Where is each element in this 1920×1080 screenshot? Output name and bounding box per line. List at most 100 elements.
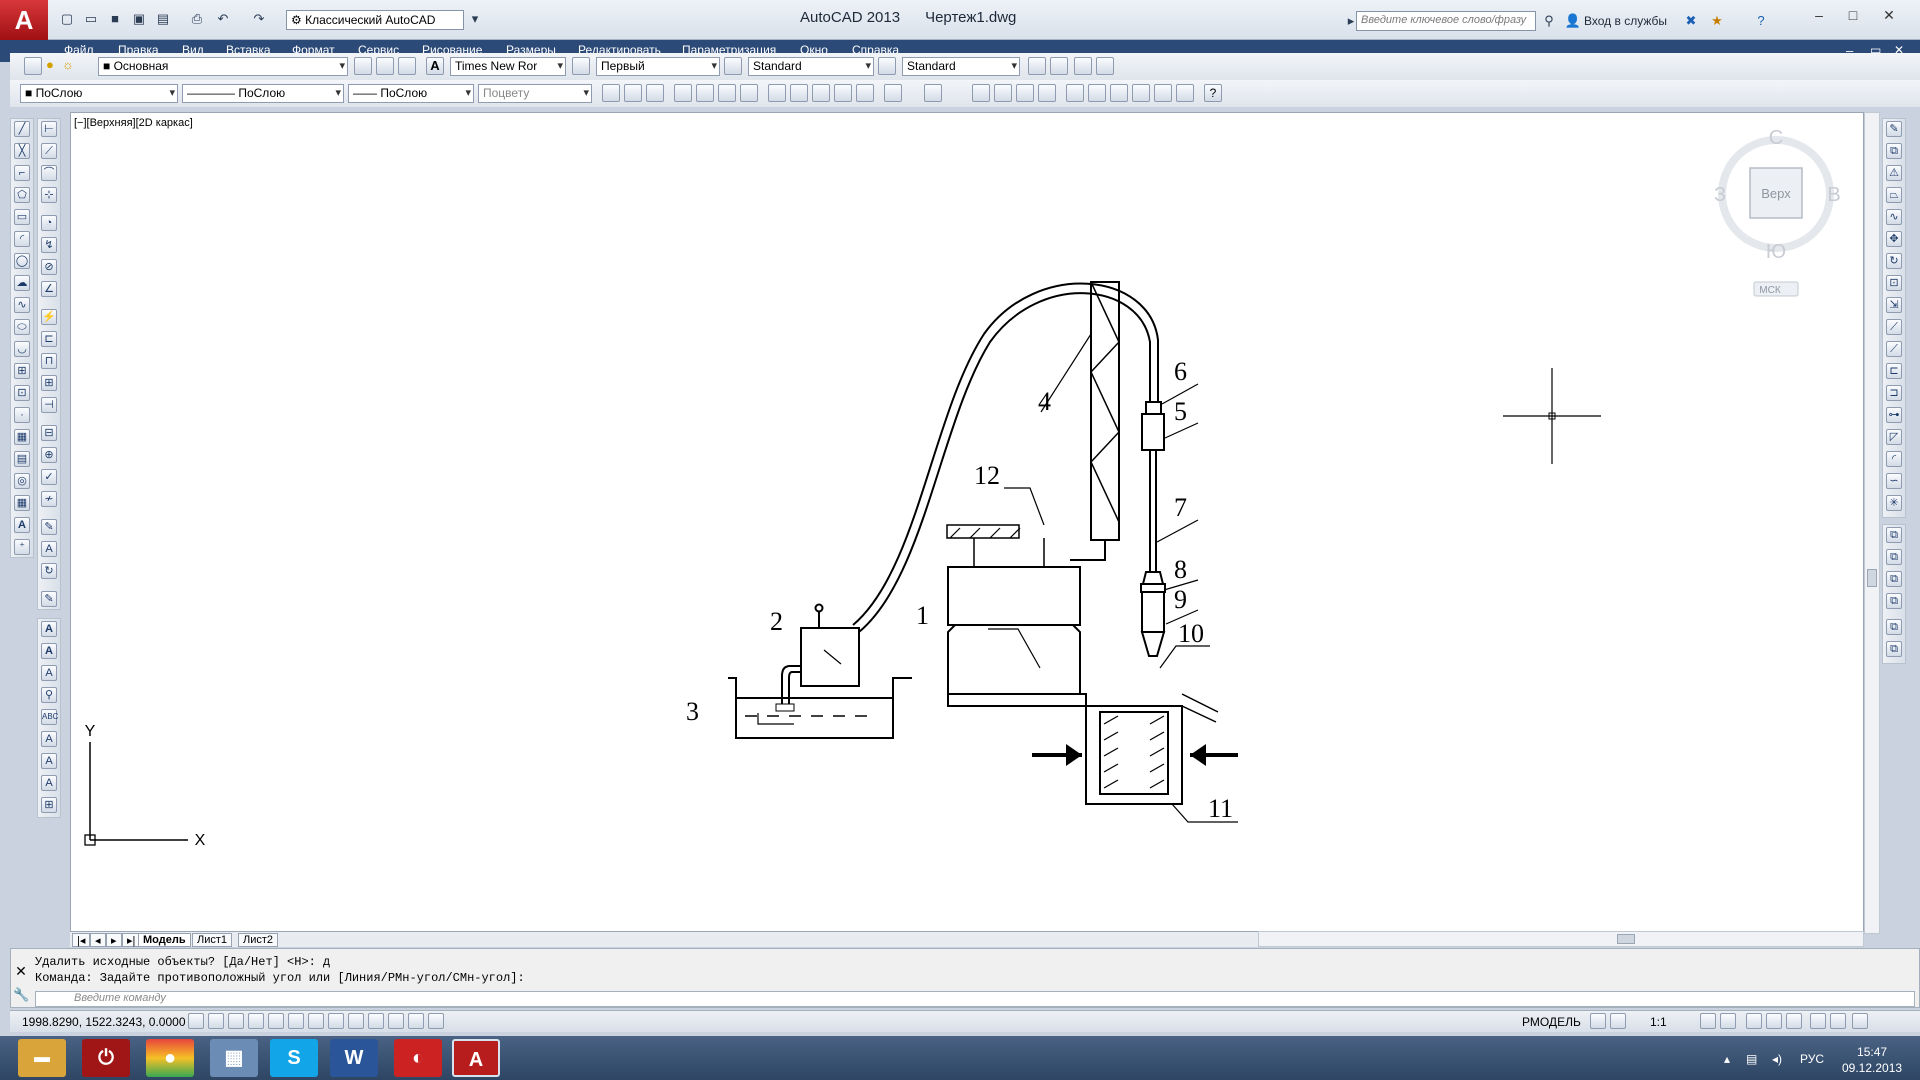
break-at-point-icon[interactable]: ⊏ xyxy=(1886,363,1902,379)
table-icon[interactable]: ▦ xyxy=(14,495,30,511)
linetype-select[interactable]: ———— ПоСлою xyxy=(182,84,344,103)
explorer-icon[interactable]: ▬ xyxy=(18,1039,66,1077)
vertical-scrollbar[interactable] xyxy=(1864,112,1880,934)
region-icon[interactable]: ◎ xyxy=(14,473,30,489)
power-app-icon[interactable]: ⏻ xyxy=(82,1039,130,1077)
3d-dwf-icon[interactable] xyxy=(740,84,758,102)
gradient-icon[interactable]: ▤ xyxy=(14,451,30,467)
copy-object-icon[interactable]: ⧉ xyxy=(1886,143,1902,159)
minimize-button[interactable]: – xyxy=(1804,4,1834,26)
publish-icon[interactable]: ▤ xyxy=(154,10,172,28)
viewcube-east[interactable]: В xyxy=(1827,184,1840,206)
quick-properties-icon[interactable] xyxy=(428,1013,444,1029)
new-drawing-icon[interactable] xyxy=(602,84,620,102)
customize-qat-icon[interactable]: ▾ xyxy=(466,10,484,28)
circle-icon[interactable]: ◯ xyxy=(14,253,30,269)
user-icon[interactable]: 👤 xyxy=(1564,12,1582,30)
convert-space-icon[interactable]: ⊞ xyxy=(41,797,57,813)
horizontal-scrollbar[interactable] xyxy=(1258,931,1864,947)
ellipse-arc-icon[interactable]: ◡ xyxy=(14,341,30,357)
tab-layout2[interactable]: Лист2 xyxy=(238,933,279,947)
layer-manager-icon[interactable] xyxy=(24,57,42,75)
grid-display-icon[interactable] xyxy=(228,1013,244,1029)
viewcube-south[interactable]: Ю xyxy=(1766,241,1786,263)
scale-text-icon[interactable]: A xyxy=(41,753,57,769)
annotation-scale[interactable]: 1:1 xyxy=(1650,1015,1667,1029)
dim-edit-icon[interactable]: ✎ xyxy=(41,519,57,535)
chamfer-icon[interactable]: ◸ xyxy=(1886,429,1902,445)
wrench-icon[interactable]: 🔧 xyxy=(13,987,29,1003)
extend-icon[interactable]: ⟋ xyxy=(1886,341,1902,357)
plotstyle-select[interactable]: Поцвету xyxy=(478,84,592,103)
polar-tracking-icon[interactable] xyxy=(268,1013,284,1029)
search-input[interactable]: Введите ключевое слово/фразу xyxy=(1356,11,1536,31)
auto-scale-icon[interactable] xyxy=(1720,1013,1736,1029)
ortho-mode-icon[interactable] xyxy=(248,1013,264,1029)
break-icon[interactable]: ⊐ xyxy=(1886,385,1902,401)
3d-osnap-icon[interactable] xyxy=(308,1013,324,1029)
viewcube[interactable]: Верх С Ю З В МСК xyxy=(1714,127,1841,297)
dim-update-icon[interactable]: ↻ xyxy=(41,563,57,579)
spell-check-icon[interactable]: ABC xyxy=(41,709,58,725)
send-under-icon[interactable]: ⧉ xyxy=(1886,593,1902,609)
snap-mode-icon[interactable] xyxy=(208,1013,224,1029)
chrome-icon[interactable]: ● xyxy=(146,1039,194,1077)
dim-style-icon[interactable] xyxy=(572,57,590,75)
dynamic-input-icon[interactable] xyxy=(368,1013,384,1029)
arc-icon[interactable]: ◜ xyxy=(14,231,30,247)
tool-palettes-icon[interactable] xyxy=(1074,57,1092,75)
mleader-style-icon[interactable] xyxy=(878,57,896,75)
designcenter-palette-icon[interactable] xyxy=(1088,84,1106,102)
find-text-icon[interactable]: ⚲ xyxy=(41,687,57,703)
move-icon[interactable]: ✥ xyxy=(1886,231,1902,247)
sheetset-palette-icon[interactable] xyxy=(1132,84,1150,102)
layer-previous-icon[interactable] xyxy=(376,57,394,75)
point-icon[interactable]: · xyxy=(14,407,30,423)
dim-text-edit-icon[interactable]: A xyxy=(41,541,57,557)
workspace-select[interactable]: ⚙ Классический AutoCAD xyxy=(286,10,464,30)
dim-break-icon[interactable]: ⊣ xyxy=(41,397,57,413)
help-icon[interactable]: ? xyxy=(1752,12,1770,30)
toolpalettes-palette-icon[interactable] xyxy=(1110,84,1128,102)
vertical-scroll-thumb[interactable] xyxy=(1867,569,1877,587)
lock-icon[interactable] xyxy=(1766,1013,1782,1029)
close-button[interactable]: ✕ xyxy=(1874,4,1904,26)
baseline-dim-icon[interactable]: ⊏ xyxy=(41,331,57,347)
radius-dim-icon[interactable]: ◔ xyxy=(41,215,57,231)
hardware-acceleration-icon[interactable] xyxy=(1786,1013,1802,1029)
open-drawing-icon[interactable] xyxy=(624,84,642,102)
construction-line-icon[interactable]: ╳ xyxy=(14,143,30,159)
publish-dwf-icon[interactable] xyxy=(718,84,736,102)
clean-screen-icon[interactable] xyxy=(1852,1013,1868,1029)
mtext-icon[interactable]: A xyxy=(41,621,57,637)
table-style-icon[interactable] xyxy=(724,57,742,75)
subscription-icon[interactable]: ★ xyxy=(1708,12,1726,30)
bring-above-icon[interactable]: ⧉ xyxy=(1886,571,1902,587)
properties-palette-icon[interactable] xyxy=(1066,84,1084,102)
scale-icon[interactable]: ⊡ xyxy=(1886,275,1902,291)
polyline-icon[interactable]: ⌐ xyxy=(14,165,30,181)
infer-constraints-icon[interactable] xyxy=(188,1013,204,1029)
layer-select[interactable]: ■ Основная xyxy=(98,57,348,76)
workspace-switch-icon[interactable] xyxy=(1746,1013,1762,1029)
explode-icon[interactable]: ✳ xyxy=(1886,495,1902,511)
spline-icon[interactable]: ∿ xyxy=(14,297,30,313)
rotate-icon[interactable]: ↻ xyxy=(1886,253,1902,269)
calculator-icon[interactable]: ▦ xyxy=(210,1039,258,1077)
table-style-select[interactable]: Standard xyxy=(748,57,874,76)
undo-toolbar-icon[interactable] xyxy=(884,84,902,102)
lineweight-toggle-icon[interactable] xyxy=(388,1013,404,1029)
zoom-realtime-icon[interactable] xyxy=(994,84,1012,102)
text-style-toolbar-icon[interactable]: A xyxy=(41,731,57,747)
paste-icon[interactable] xyxy=(812,84,830,102)
print-icon[interactable] xyxy=(674,84,692,102)
rectangle-icon[interactable]: ▭ xyxy=(14,209,30,225)
blend-icon[interactable]: ∽ xyxy=(1886,473,1902,489)
join-icon[interactable]: ⊶ xyxy=(1886,407,1902,423)
make-current-layer-icon[interactable] xyxy=(354,57,372,75)
save-drawing-icon[interactable] xyxy=(646,84,664,102)
aligned-dim-icon[interactable]: ⟋ xyxy=(41,143,57,159)
text-style-icon[interactable]: A xyxy=(426,57,444,75)
save-as-icon[interactable]: ▣ xyxy=(130,10,148,28)
cut-icon[interactable] xyxy=(768,84,786,102)
